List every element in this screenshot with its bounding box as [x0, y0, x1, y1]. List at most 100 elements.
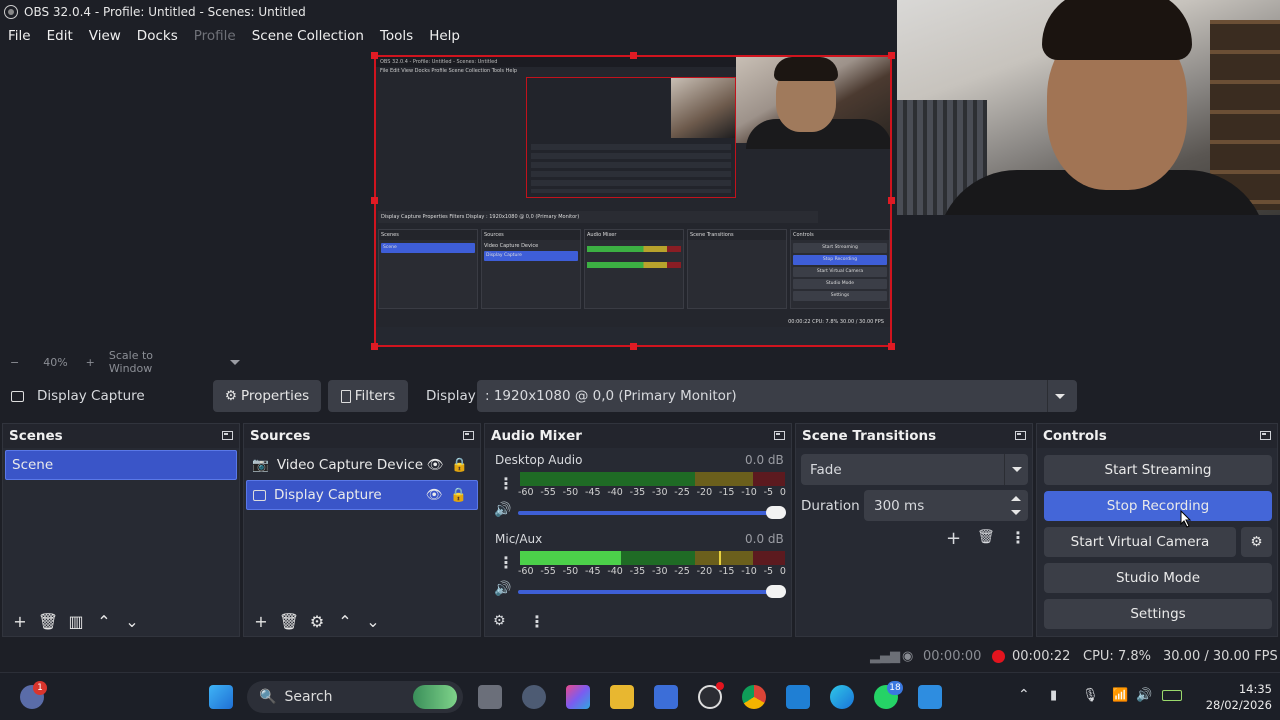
menu-profile[interactable]: Profile — [186, 28, 244, 44]
undock-icon[interactable] — [1260, 431, 1271, 440]
clock[interactable]: 14:35 28/02/2026 — [1206, 681, 1272, 713]
move-up-button[interactable]: ⌃ — [91, 610, 117, 632]
notification-badge: 1 — [33, 681, 47, 695]
store-icon[interactable] — [654, 685, 678, 709]
remove-source-button[interactable]: 🗑 — [276, 610, 302, 632]
menu-dots-icon[interactable]: ⋮ — [498, 474, 514, 493]
menu-file[interactable]: File — [0, 28, 39, 44]
transition-select[interactable]: Fade — [801, 454, 1028, 485]
remove-scene-button[interactable]: 🗑 — [35, 610, 61, 632]
wifi-icon[interactable]: 📶 — [1112, 688, 1128, 703]
chevron-up-icon[interactable]: ⌃ — [1018, 687, 1030, 703]
channel-db-desktop: 0.0 dB — [745, 453, 784, 467]
edge-icon[interactable] — [830, 685, 854, 709]
menu-edit[interactable]: Edit — [39, 28, 81, 44]
move-up-button[interactable]: ⌃ — [332, 610, 358, 632]
battery-icon[interactable] — [1162, 690, 1182, 701]
battery-saver-icon[interactable]: ▮ — [1050, 688, 1057, 703]
menu-tools[interactable]: Tools — [372, 28, 421, 44]
filters-button[interactable]: Filters — [328, 380, 408, 412]
windows-start-icon[interactable] — [209, 685, 233, 709]
spin-up-icon[interactable] — [1011, 496, 1021, 501]
resize-handle-bl[interactable] — [371, 343, 378, 350]
properties-button[interactable]: ⚙ Properties — [213, 380, 321, 412]
move-down-button[interactable]: ⌄ — [119, 610, 145, 632]
display-value: : 1920x1080 @ 0,0 (Primary Monitor) — [485, 388, 737, 404]
display-select[interactable]: : 1920x1080 @ 0,0 (Primary Monitor) — [477, 380, 1077, 412]
spin-down-icon[interactable] — [1011, 510, 1021, 515]
selected-source-name: Display Capture — [37, 388, 145, 404]
copilot-icon[interactable] — [566, 685, 590, 709]
advanced-audio-icon[interactable]: ⚙ — [493, 613, 506, 629]
settings-button[interactable]: Settings — [1044, 599, 1272, 629]
lock-icon[interactable]: 🔒 — [450, 487, 467, 503]
speaker-icon[interactable]: 🔊 — [494, 502, 511, 518]
mini-scenes: Scenes Scene — [378, 229, 478, 309]
start-streaming-button[interactable]: Start Streaming — [1044, 455, 1272, 485]
menu-scene-collection[interactable]: Scene Collection — [244, 28, 372, 44]
nested-webcam — [671, 78, 735, 138]
stop-recording-button[interactable]: Stop Recording — [1044, 491, 1272, 521]
scene-filters-button[interactable]: ▥ — [63, 610, 89, 632]
undock-icon[interactable] — [774, 431, 785, 440]
source-item-video-capture[interactable]: 📷 Video Capture Device 👁 🔒 — [246, 450, 478, 480]
studio-mode-button[interactable]: Studio Mode — [1044, 563, 1272, 593]
menu-dots-icon[interactable]: ⋮ — [529, 612, 545, 631]
resize-handle-tl[interactable] — [371, 52, 378, 59]
task-view-icon[interactable] — [478, 685, 502, 709]
preview-canvas[interactable]: OBS 32.0.4 - Profile: Untitled - Scenes:… — [374, 55, 892, 347]
volume-knob[interactable] — [766, 506, 786, 519]
resize-handle-br[interactable] — [888, 343, 895, 350]
menu-help[interactable]: Help — [421, 28, 468, 44]
chevron-down-icon — [1004, 454, 1028, 485]
monitor-icon — [11, 390, 24, 402]
resize-handle-t[interactable] — [630, 52, 637, 59]
lock-icon[interactable]: 🔒 — [451, 457, 468, 473]
source-properties-button[interactable]: ⚙ — [304, 610, 330, 632]
speaker-icon[interactable]: 🔊 — [494, 581, 511, 597]
chrome-icon[interactable] — [742, 685, 766, 709]
taskbar-search[interactable]: 🔍 Search — [247, 681, 463, 713]
resize-handle-r[interactable] — [888, 197, 895, 204]
add-source-button[interactable]: + — [248, 610, 274, 632]
resize-handle-l[interactable] — [371, 197, 378, 204]
scale-mode[interactable]: Scale to Window — [109, 349, 196, 375]
zoom-out-button[interactable]: − — [10, 356, 19, 369]
volume-knob[interactable] — [766, 585, 786, 598]
undock-icon[interactable] — [463, 431, 474, 440]
zoom-in-button[interactable]: + — [86, 356, 95, 369]
network-signal-icon: ▂▄▆ — [870, 649, 900, 664]
vscode-icon[interactable] — [786, 685, 810, 709]
resize-handle-b[interactable] — [630, 343, 637, 350]
mini-source-bar: Display Capture Properties Filters Displ… — [378, 211, 818, 223]
level-meter-mic — [520, 551, 785, 565]
eye-icon[interactable]: 👁 — [427, 457, 444, 473]
duration-spinbox[interactable]: 300 ms — [864, 490, 1028, 521]
file-explorer-icon[interactable] — [610, 685, 634, 709]
transition-menu-icon[interactable]: ⋮ — [1010, 528, 1026, 547]
add-scene-button[interactable]: + — [7, 610, 33, 632]
volume-slider-desktop[interactable] — [518, 506, 786, 519]
remove-transition-button[interactable]: 🗑 — [977, 529, 995, 545]
volume-icon[interactable]: 🔊 — [1136, 688, 1152, 703]
microphone-icon[interactable]: 🎙 — [1082, 688, 1099, 703]
settings-app-icon[interactable] — [522, 685, 546, 709]
source-item-display-capture[interactable]: Display Capture 👁 🔒 — [246, 480, 478, 510]
scene-item[interactable]: Scene — [5, 450, 237, 480]
virtual-camera-settings-button[interactable]: ⚙ — [1241, 527, 1272, 557]
search-highlight-icon — [413, 685, 457, 709]
menu-dots-icon[interactable]: ⋮ — [498, 553, 514, 572]
photos-icon[interactable] — [918, 685, 942, 709]
menu-view[interactable]: View — [81, 28, 129, 44]
start-virtual-camera-button[interactable]: Start Virtual Camera — [1044, 527, 1236, 557]
move-down-button[interactable]: ⌄ — [360, 610, 386, 632]
stream-icon: ◉ — [902, 649, 914, 664]
resize-handle-tr[interactable] — [888, 52, 895, 59]
menu-docks[interactable]: Docks — [129, 28, 186, 44]
add-transition-button[interactable]: + — [946, 528, 961, 549]
volume-slider-mic[interactable] — [518, 585, 786, 598]
eye-icon[interactable]: 👁 — [426, 487, 443, 503]
undock-icon[interactable] — [222, 431, 233, 440]
undock-icon[interactable] — [1015, 431, 1026, 440]
scale-mode-dropdown-icon[interactable] — [230, 359, 240, 365]
